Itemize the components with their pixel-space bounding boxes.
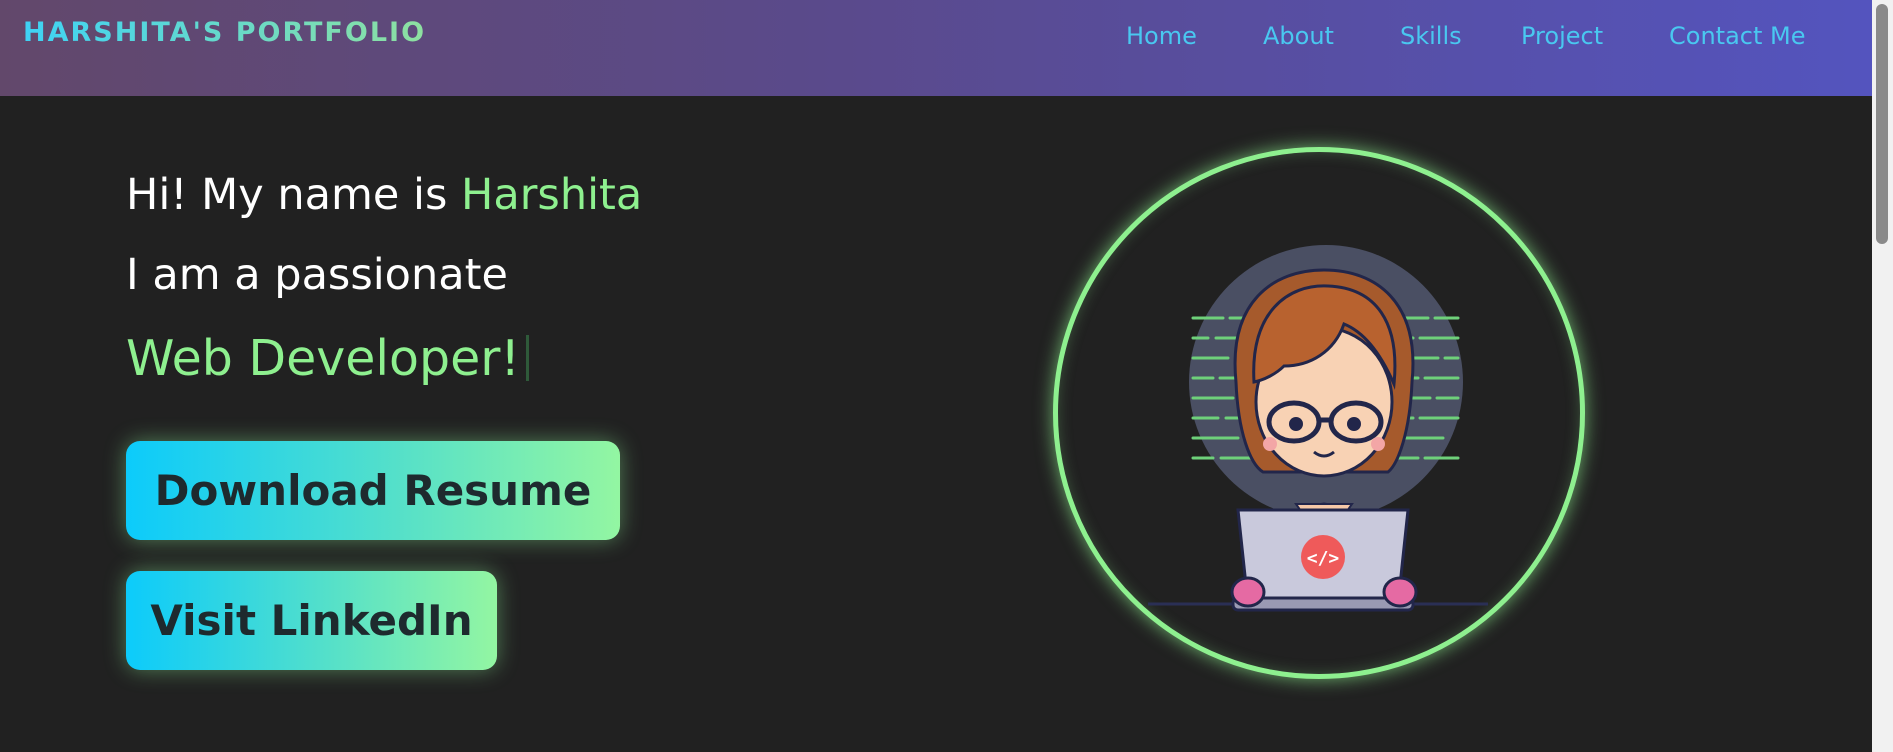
girl-coding-laptop-illustration: </> — [1148, 245, 1488, 612]
portfolio-page: HARSHITA'S PORTFOLIO Home About Skills P… — [0, 0, 1893, 752]
download-resume-button[interactable]: Download Resume — [126, 441, 620, 540]
hero-greeting: Hi! My name is Harshita — [126, 170, 642, 220]
scrollbar-thumb[interactable] — [1876, 4, 1888, 244]
greeting-prefix: Hi! My name is — [126, 170, 462, 220]
visit-linkedin-button[interactable]: Visit LinkedIn — [126, 571, 497, 670]
hero-role-line: Web Developer! — [126, 330, 530, 387]
nav-contact[interactable]: Contact Me — [1669, 22, 1805, 50]
hero-role: Web Developer! — [126, 330, 521, 387]
nav-skills[interactable]: Skills — [1400, 22, 1462, 50]
page-scrollbar[interactable] — [1872, 0, 1893, 752]
laptop-code-badge: </> — [1307, 548, 1340, 569]
hero-intro: I am a passionate — [126, 250, 508, 300]
nav-project[interactable]: Project — [1521, 22, 1603, 50]
hero-name: Harshita — [461, 170, 643, 220]
avatar-frame: </> — [1053, 147, 1585, 679]
typing-caret — [526, 335, 530, 381]
nav-menu: Home About Skills Project Contact Me — [0, 22, 1872, 52]
nav-home[interactable]: Home — [1126, 22, 1197, 50]
header-bar: HARSHITA'S PORTFOLIO Home About Skills P… — [0, 0, 1872, 96]
nav-about[interactable]: About — [1263, 22, 1334, 50]
